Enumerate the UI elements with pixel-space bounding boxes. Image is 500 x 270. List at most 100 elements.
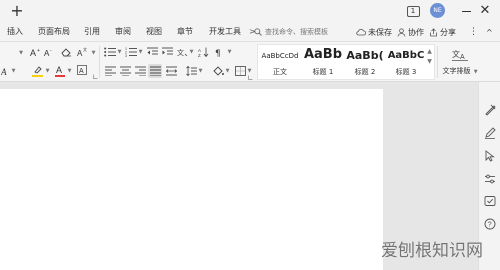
line-spacing-button[interactable] bbox=[185, 65, 197, 77]
style-sample: AaBb( bbox=[346, 49, 384, 62]
increase-indent-button[interactable] bbox=[161, 46, 173, 58]
align-right-icon bbox=[134, 66, 146, 76]
menu-view[interactable]: 视图 bbox=[146, 25, 162, 39]
line-spacing-icon bbox=[185, 66, 197, 76]
unsaved-label: 未保存 bbox=[368, 27, 392, 37]
phonetic-icon: A 文 bbox=[77, 47, 87, 57]
sliders-icon bbox=[485, 174, 495, 184]
chevron-up-icon[interactable]: ▲ bbox=[426, 47, 433, 57]
svg-text:+: + bbox=[37, 48, 40, 54]
numbered-list-button[interactable]: 1 2 3 bbox=[124, 46, 137, 58]
bullet-list-button[interactable] bbox=[103, 46, 116, 58]
svg-text:A: A bbox=[79, 68, 84, 75]
new-tab-button[interactable]: + bbox=[8, 1, 26, 21]
dialog-launcher-icon bbox=[248, 75, 253, 80]
text-layout-icon: 文 A bbox=[452, 49, 468, 61]
increase-font-size-button[interactable]: A + bbox=[29, 46, 42, 58]
menu-page-layout[interactable]: 页面布局 bbox=[38, 25, 70, 39]
chevron-down-icon: ▼ bbox=[117, 49, 122, 55]
phonetic-dropdown[interactable]: ▼ bbox=[90, 47, 96, 59]
command-search[interactable]: 查找命令、搜索模板 bbox=[254, 25, 328, 39]
bullet-dropdown[interactable]: ▼ bbox=[116, 47, 122, 57]
share-label: 分享 bbox=[440, 27, 456, 37]
chinese-layout-button[interactable]: 文 bbox=[176, 46, 188, 58]
svg-text:A: A bbox=[1, 67, 7, 76]
justify-button[interactable] bbox=[148, 64, 162, 78]
align-right-button[interactable] bbox=[134, 65, 146, 77]
adjust-settings-button[interactable] bbox=[483, 172, 497, 186]
document-check-button[interactable] bbox=[483, 194, 497, 208]
styles-gallery: AaBbCcDd 正文 AaBb 标题 1 AaBb( 标题 2 AaBbC 标… bbox=[257, 44, 435, 80]
line-spacing-dropdown[interactable]: ▼ bbox=[197, 66, 203, 76]
collaborate-button[interactable]: 协作 bbox=[397, 25, 424, 39]
italic-dropdown[interactable]: ▼ bbox=[10, 66, 16, 76]
font-size-dropdown[interactable]: ▼ bbox=[18, 47, 23, 59]
show-formatting-marks-button[interactable]: ¶ bbox=[213, 46, 225, 58]
phonetic-guide-button[interactable]: A 文 bbox=[76, 46, 88, 58]
window-layout-button[interactable]: 1 bbox=[405, 3, 421, 19]
font-color-icon: A bbox=[55, 65, 65, 77]
highlighter-icon bbox=[31, 65, 43, 77]
chevron-down-icon[interactable]: ▼ bbox=[426, 57, 433, 67]
align-left-icon bbox=[104, 66, 116, 76]
highlight-color-button[interactable] bbox=[31, 64, 43, 77]
align-left-button[interactable] bbox=[104, 65, 116, 77]
menu-insert[interactable]: 插入 bbox=[7, 25, 23, 39]
font-color-button[interactable]: A bbox=[54, 64, 66, 77]
search-placeholder: 查找命令、搜索模板 bbox=[265, 28, 328, 36]
clear-format-button[interactable] bbox=[60, 46, 72, 58]
chevron-down-icon: ▼ bbox=[67, 68, 72, 74]
decrease-indent-button[interactable] bbox=[146, 46, 158, 58]
style-heading-1[interactable]: AaBb 标题 1 bbox=[302, 45, 344, 79]
italic-icon: A bbox=[1, 67, 7, 76]
shading-button[interactable] bbox=[212, 65, 224, 77]
cursor-icon bbox=[485, 150, 495, 162]
unsaved-status[interactable]: 未保存 bbox=[356, 25, 392, 39]
help-button[interactable]: ? bbox=[483, 217, 497, 231]
style-brush-button[interactable] bbox=[483, 103, 497, 117]
pen-tool-button[interactable] bbox=[483, 126, 497, 140]
ribbon-separator bbox=[99, 46, 100, 78]
outdent-icon bbox=[146, 47, 158, 55]
chinese-layout-dropdown[interactable]: ▼ bbox=[188, 47, 194, 57]
sort-button[interactable]: A Z bbox=[197, 46, 209, 58]
style-sample: AaBb bbox=[303, 47, 343, 62]
decrease-font-size-button[interactable]: A - bbox=[43, 46, 55, 58]
highlight-dropdown[interactable]: ▼ bbox=[44, 66, 50, 76]
menu-developer[interactable]: 开发工具 bbox=[209, 25, 242, 39]
user-avatar[interactable]: NE bbox=[430, 3, 445, 18]
bullet-list-icon bbox=[103, 47, 116, 57]
close-button[interactable]: ✕ bbox=[478, 3, 492, 19]
select-cursor-button[interactable] bbox=[483, 149, 497, 163]
styles-scroll-control[interactable]: ▲ ▼ bbox=[426, 47, 433, 79]
character-border-button[interactable]: A bbox=[76, 64, 88, 76]
chevron-down-icon: ▼ bbox=[189, 49, 194, 55]
help-icon: ? bbox=[484, 218, 496, 230]
text-layout-button[interactable]: 文 A 文字排版 ▼ bbox=[440, 44, 480, 80]
chinese-layout-icon: 文 bbox=[177, 48, 187, 57]
italic-button[interactable]: A bbox=[0, 65, 8, 77]
shading-dropdown[interactable]: ▼ bbox=[224, 66, 230, 76]
align-center-button[interactable] bbox=[119, 65, 131, 77]
style-heading-2[interactable]: AaBb( 标题 2 bbox=[344, 45, 386, 79]
minimize-button[interactable] bbox=[460, 3, 472, 19]
formatting-marks-dropdown[interactable]: ▼ bbox=[226, 47, 232, 57]
collaborate-label: 协作 bbox=[408, 27, 424, 37]
font-color-dropdown[interactable]: ▼ bbox=[66, 66, 72, 76]
font-settings-launcher[interactable] bbox=[93, 74, 98, 79]
svg-text:文: 文 bbox=[177, 48, 184, 57]
collapse-ribbon-button[interactable]: ^ bbox=[486, 25, 493, 39]
document-page[interactable] bbox=[0, 89, 383, 270]
borders-button[interactable] bbox=[234, 65, 246, 77]
numbered-dropdown[interactable]: ▼ bbox=[137, 47, 143, 57]
paragraph-settings-launcher[interactable] bbox=[248, 75, 253, 80]
menu-references[interactable]: 引用 bbox=[84, 25, 100, 39]
menu-review[interactable]: 审阅 bbox=[115, 25, 131, 39]
distributed-align-icon bbox=[165, 66, 177, 76]
style-heading-3[interactable]: AaBbC 标题 3 bbox=[386, 45, 426, 79]
share-button[interactable]: 分享 bbox=[429, 25, 456, 39]
style-normal[interactable]: AaBbCcDd 正文 bbox=[260, 45, 300, 79]
distributed-align-button[interactable] bbox=[165, 65, 177, 77]
more-options-button[interactable]: ⋮ bbox=[469, 25, 478, 39]
menu-chapter[interactable]: 章节 bbox=[177, 25, 193, 39]
